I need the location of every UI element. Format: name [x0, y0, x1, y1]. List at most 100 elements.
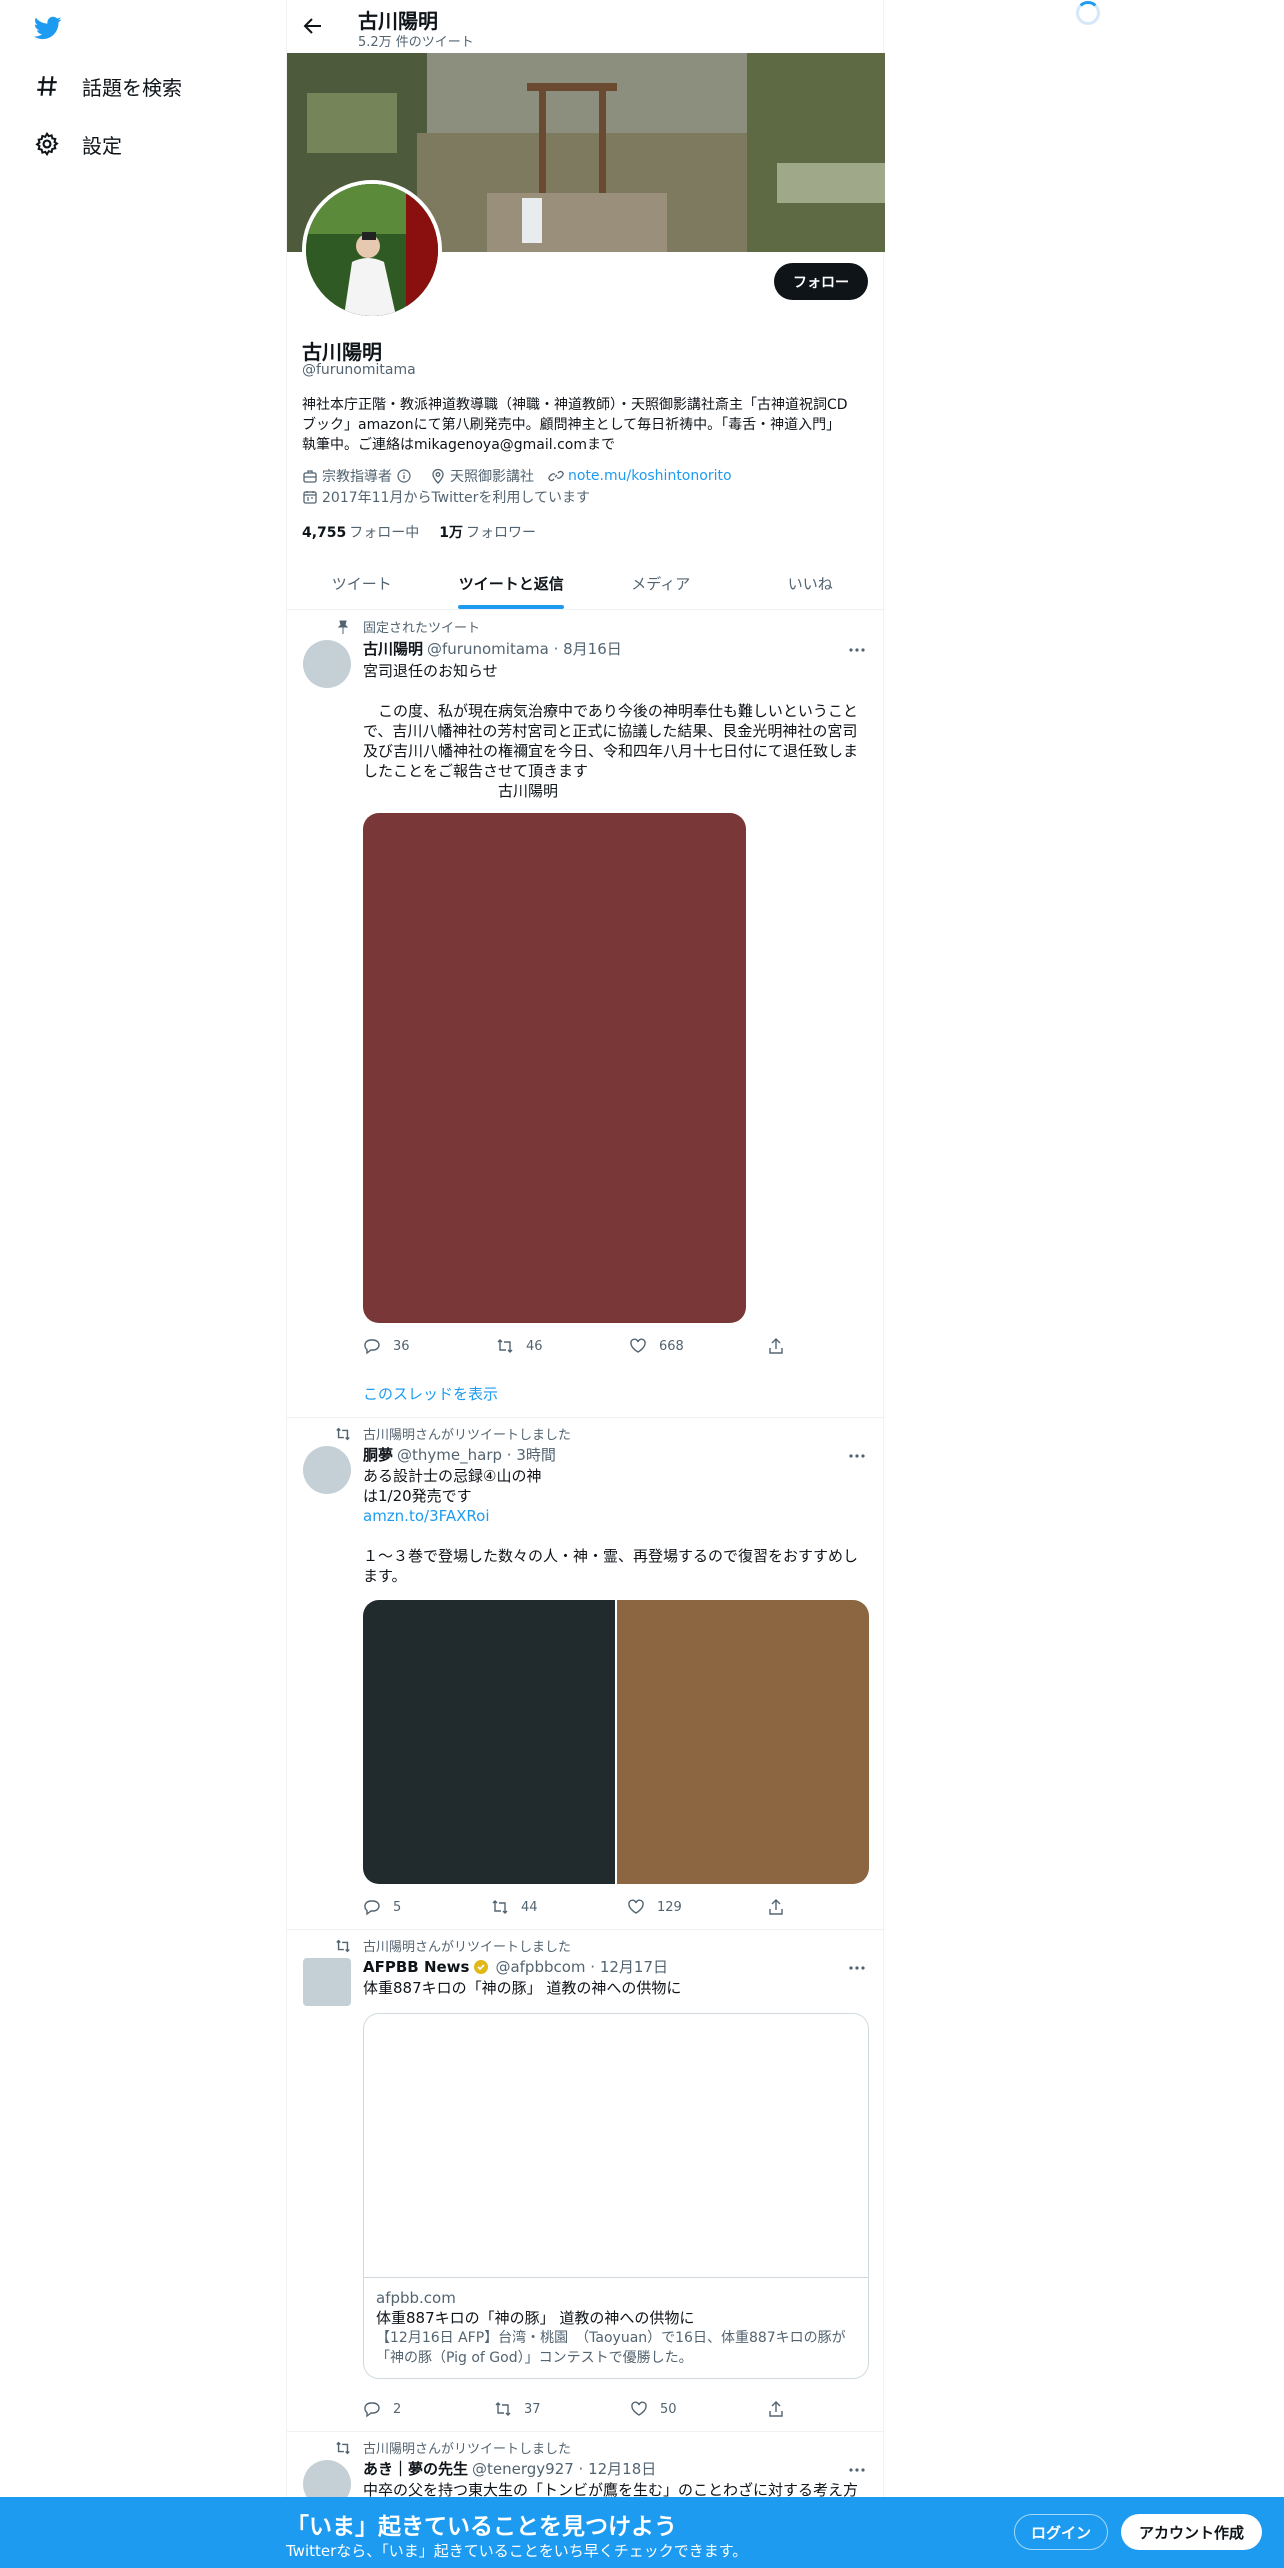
profile-stats: 4,755 フォロー中 1万 フォロワー [302, 522, 556, 542]
like-count: 129 [657, 1899, 682, 1915]
tab-likes[interactable]: いいね [736, 557, 886, 609]
tweet-handle-time[interactable]: @afpbbcom · 12月17日 [495, 1956, 668, 1977]
more-options-icon[interactable] [847, 1958, 867, 1978]
tweet-author-name[interactable]: あき｜夢の先生 [363, 2458, 468, 2479]
login-button[interactable]: ログイン [1014, 2514, 1108, 2550]
tweet-context-label: 固定されたツイート [363, 621, 481, 636]
profile-link-url[interactable]: note.mu/koshintonorito [568, 468, 732, 484]
profile-location-label: 天照御影講社 [450, 469, 534, 485]
tweet-handle-time[interactable]: @furunomitama · 8月16日 [427, 638, 622, 659]
signup-banner-subtitle: Twitterなら、「いま」起きていることをいち早くチェックできます。 [286, 2542, 748, 2560]
twitter-logo-icon[interactable] [32, 14, 64, 42]
header-tweet-count: 5.2万 件のツイート [358, 35, 474, 50]
share-icon [767, 1337, 797, 1355]
reply-count: 2 [393, 2401, 402, 2417]
more-options-icon[interactable] [847, 2460, 867, 2480]
tweet-context: 古川陽明さんがリツイートしました [335, 1936, 571, 1955]
tweet-item[interactable]: 古川陽明さんがリツイートしました AFPBB News @afpbbcom · … [287, 1930, 885, 2432]
tweet-link[interactable]: amzn.to/3FAXRoi [363, 1507, 490, 1525]
tweet-context: 古川陽明さんがリツイートしました [335, 2438, 571, 2457]
tweet-media-image[interactable] [363, 1600, 615, 1884]
tweet-text: 体重887キロの「神の豚」 道教の神への供物に [363, 1979, 682, 1997]
reply-icon [363, 1337, 393, 1355]
tweet-handle-time[interactable]: @thyme_harp · 3時間 [397, 1444, 556, 1465]
tweet-text: 宮司退任のお知らせ この度、私が現在病気治療中であり今後の神明奉仕も難しいという… [363, 662, 859, 800]
followers-link[interactable]: 1万 フォロワー [439, 522, 536, 542]
link-card-image [364, 2014, 868, 2278]
reply-count: 36 [393, 1338, 410, 1354]
tweet-header: 古川陽明 @furunomitama · 8月16日 [363, 638, 622, 659]
tab-tweets-and-replies[interactable]: ツイートと返信 [437, 557, 587, 609]
like-button[interactable]: 668 [629, 1337, 684, 1355]
tweet-text-line: は1/20発売です [363, 1487, 472, 1505]
link-card-body: afpbb.com 体重887キロの「神の豚」 道教の神への供物に 【12月16… [364, 2278, 868, 2378]
profile-location: 天照御影講社 [430, 466, 534, 486]
like-count: 50 [660, 2401, 677, 2417]
tweet-context-label: 古川陽明さんがリツイートしました [363, 2442, 572, 2457]
more-options-icon[interactable] [847, 640, 867, 660]
nav-item-settings[interactable]: 設定 [34, 124, 122, 164]
tweet-media-grid [363, 1600, 869, 1884]
retweet-button[interactable]: 46 [496, 1337, 543, 1355]
reply-button[interactable]: 2 [363, 2400, 401, 2418]
tweet-actions: 36 46 668 [363, 1337, 783, 1357]
more-options-icon[interactable] [847, 1446, 867, 1466]
tweet-context-label: 古川陽明さんがリツイートしました [363, 1428, 572, 1443]
heart-icon [630, 2400, 660, 2418]
main-column: 古川陽明 5.2万 件のツイート フォロー 古川陽明 @furunomitama… [286, 0, 886, 2568]
calendar-icon [302, 489, 318, 505]
tweet-avatar[interactable] [303, 1958, 351, 2006]
heart-icon [627, 1898, 657, 1916]
location-pin-icon [430, 468, 446, 484]
share-button[interactable] [767, 2400, 797, 2418]
following-link[interactable]: 4,755 フォロー中 [302, 522, 419, 542]
nav-item-explore[interactable]: 話題を検索 [34, 66, 182, 106]
show-thread-link[interactable]: このスレッドを表示 [363, 1383, 498, 1404]
like-button[interactable]: 129 [627, 1898, 682, 1916]
tweet-header: 胴夢 @thyme_harp · 3時間 [363, 1444, 556, 1465]
profile-avatar[interactable] [302, 180, 442, 320]
reply-button[interactable]: 5 [363, 1898, 401, 1916]
nav-item-label: 設定 [82, 133, 122, 158]
follow-button[interactable]: フォロー [774, 263, 868, 300]
profile-header-bar: 古川陽明 5.2万 件のツイート [287, 0, 885, 53]
reply-icon [363, 1898, 393, 1916]
followers-count: 1万 [439, 525, 464, 541]
share-button[interactable] [767, 1337, 797, 1355]
tweet-media-image[interactable] [617, 1600, 869, 1884]
profile-category-label: 宗教指導者 [322, 469, 392, 485]
like-button[interactable]: 50 [630, 2400, 677, 2418]
nav-item-label: 話題を検索 [82, 75, 182, 100]
reply-icon [363, 2400, 393, 2418]
tweet-item[interactable]: 固定されたツイート 古川陽明 @furunomitama · 8月16日 宮司退… [287, 610, 885, 1418]
share-button[interactable] [767, 1898, 797, 1916]
tweet-author-name[interactable]: AFPBB News [363, 1958, 469, 1976]
following-label: フォロー中 [349, 525, 420, 541]
link-card[interactable]: afpbb.com 体重887キロの「神の豚」 道教の神への供物に 【12月16… [363, 2013, 869, 2379]
reply-count: 5 [393, 1899, 402, 1915]
tweet-avatar[interactable] [303, 640, 351, 688]
tweet-item[interactable]: 古川陽明さんがリツイートしました 胴夢 @thyme_harp · 3時間 ある… [287, 1418, 885, 1930]
tweet-author-name[interactable]: 胴夢 [363, 1444, 393, 1465]
info-icon[interactable] [396, 468, 412, 484]
retweet-icon [494, 2400, 524, 2418]
signup-button[interactable]: アカウント作成 [1121, 2514, 1262, 2550]
retweet-count: 37 [524, 2401, 541, 2417]
profile-link[interactable]: note.mu/koshintonorito [548, 468, 732, 484]
tweet-author-name[interactable]: 古川陽明 [363, 638, 423, 659]
profile-name: 古川陽明 [302, 340, 382, 364]
reply-button[interactable]: 36 [363, 1337, 410, 1355]
loading-spinner-icon [1076, 1, 1100, 25]
retweet-button[interactable]: 44 [491, 1898, 538, 1916]
followers-label: フォロワー [466, 525, 537, 541]
tweet-media-image[interactable] [363, 813, 746, 1323]
tab-tweets[interactable]: ツイート [287, 557, 437, 609]
signup-banner: 「いま」起きていることを見つけよう Twitterなら、「いま」起きていることを… [0, 2497, 1284, 2568]
tweet-avatar[interactable] [303, 1446, 351, 1494]
retweet-button[interactable]: 37 [494, 2400, 541, 2418]
tab-media[interactable]: メディア [586, 557, 736, 609]
link-card-description: 【12月16日 AFP】台湾・桃園 （Taoyuan）で16日、体重887キロの… [376, 2330, 846, 2366]
back-arrow-icon[interactable] [301, 14, 325, 38]
tweet-handle-time[interactable]: @tenergy927 · 12月18日 [472, 2458, 656, 2479]
profile-meta: 宗教指導者 天照御影講社 note.mu/koshintonorito [302, 466, 746, 486]
